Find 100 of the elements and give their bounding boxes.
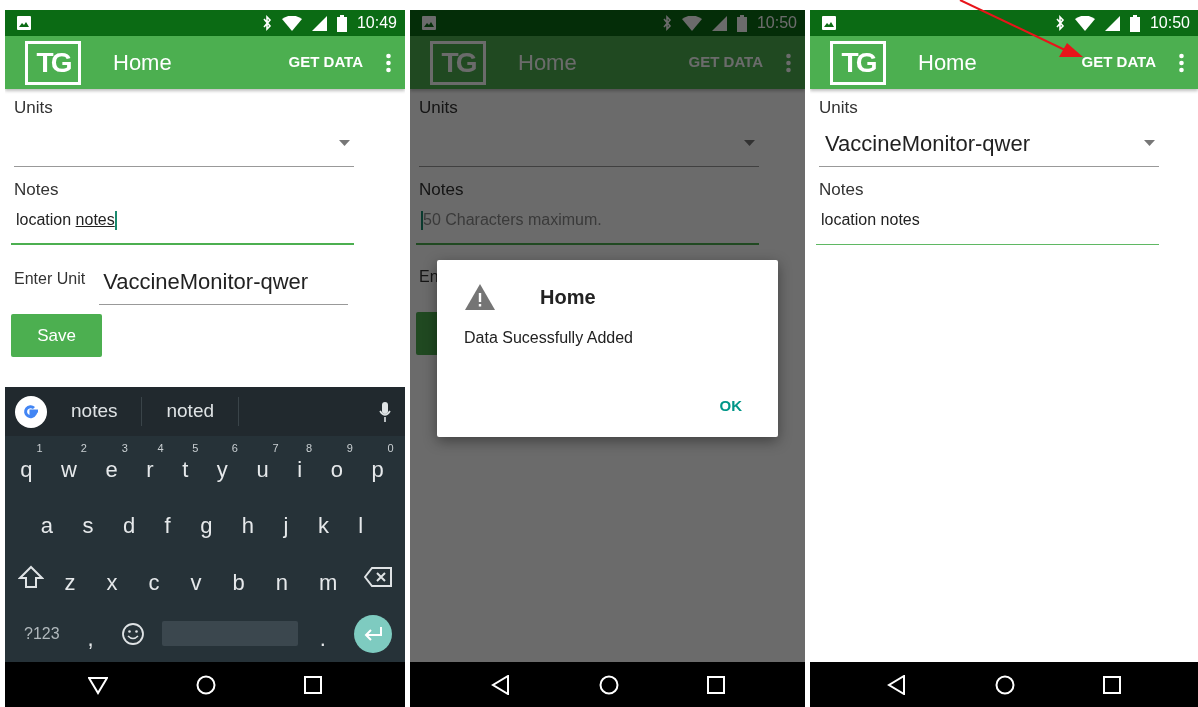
key-hint: 3 <box>121 442 128 454</box>
key[interactable]: s <box>78 499 104 543</box>
units-dropdown[interactable]: VaccineMonitor-qwer <box>819 120 1159 167</box>
image-icon <box>422 16 436 30</box>
wifi-icon <box>681 15 702 31</box>
battery-icon <box>736 14 747 32</box>
key[interactable]: m <box>315 555 348 599</box>
field-label: Units <box>419 97 459 119</box>
key-hint: 6 <box>231 442 238 454</box>
key[interactable]: d <box>118 499 146 543</box>
field-label: Notes <box>819 178 865 201</box>
key[interactable]: v <box>186 555 212 599</box>
key-hint: 5 <box>192 442 199 454</box>
image-icon <box>822 16 836 30</box>
key-hint: 0 <box>387 442 394 454</box>
status-time: 10:49 <box>356 13 397 33</box>
key[interactable]: j <box>279 499 299 543</box>
field-label: Notes <box>14 178 60 201</box>
key[interactable]: g <box>196 499 223 543</box>
key[interactable]: h <box>237 499 265 543</box>
home-icon[interactable] <box>598 674 619 695</box>
recents-icon[interactable] <box>1103 675 1121 694</box>
enter-key[interactable] <box>353 614 392 653</box>
key[interactable]: o 9 <box>326 442 353 486</box>
shift-key-icon[interactable] <box>17 565 44 590</box>
symbols-key[interactable]: ?123 <box>18 620 66 647</box>
bluetooth-icon <box>261 15 272 31</box>
wifi-icon <box>1074 15 1095 31</box>
unit-input[interactable]: VaccineMonitor-qwer <box>99 265 349 305</box>
warning-icon <box>464 283 496 311</box>
key[interactable]: x <box>102 555 128 599</box>
status-time: 10:50 <box>756 13 797 33</box>
dropdown-arrow-icon <box>339 140 350 146</box>
signal-icon <box>711 15 727 31</box>
hide-keyboard-icon[interactable] <box>88 674 108 695</box>
backspace-key-icon[interactable] <box>364 567 393 588</box>
key[interactable]: r 4 <box>142 442 164 486</box>
emoji-key-icon[interactable] <box>121 622 144 645</box>
dropdown-arrow-icon <box>744 140 755 146</box>
key[interactable]: f <box>160 499 181 543</box>
suggestion[interactable]: notes <box>47 397 143 426</box>
overflow-menu-icon[interactable] <box>1179 52 1184 73</box>
key[interactable]: b <box>228 555 255 599</box>
status-time: 10:50 <box>1149 13 1190 33</box>
key[interactable]: u 7 <box>252 442 279 486</box>
battery-icon <box>336 14 347 32</box>
notes-field[interactable]: location notes <box>11 202 354 245</box>
recents-icon[interactable] <box>304 675 322 694</box>
app-title: Home <box>918 49 978 77</box>
dropdown-arrow-icon <box>1144 140 1155 146</box>
battery-icon <box>1129 14 1140 32</box>
notes-value: location notes <box>821 211 920 228</box>
home-icon[interactable] <box>995 674 1015 695</box>
suggestion[interactable]: noted <box>142 397 240 426</box>
signal-icon <box>311 15 327 31</box>
key[interactable]: a <box>36 499 63 543</box>
logo: TG <box>830 40 886 85</box>
logo: TG <box>25 40 81 85</box>
key[interactable]: c <box>144 555 170 599</box>
dropdown-value: VaccineMonitor-qwer <box>825 129 1030 158</box>
bluetooth-icon <box>1054 15 1065 31</box>
field-label: Notes <box>419 178 465 201</box>
microphone-icon[interactable] <box>379 401 391 422</box>
field-label: Units <box>14 97 54 119</box>
key[interactable]: k <box>313 499 339 543</box>
text-cursor <box>421 211 423 231</box>
dialog-message: Data Sucessfully Added <box>464 328 634 348</box>
app-title: Home <box>113 49 173 77</box>
key-hint: 8 <box>305 442 313 454</box>
app-title: Home <box>518 49 578 77</box>
wifi-icon <box>281 15 302 31</box>
key[interactable]: w 2 <box>57 442 87 486</box>
image-icon <box>17 16 31 30</box>
ok-button[interactable]: OK <box>719 394 742 417</box>
key[interactable]: n <box>271 555 299 599</box>
key-hint: 4 <box>157 442 164 454</box>
back-icon[interactable] <box>490 674 511 695</box>
key[interactable]: , <box>83 612 104 656</box>
g-logo-icon <box>15 395 47 428</box>
home-icon[interactable] <box>196 674 216 695</box>
key[interactable]: t 5 <box>178 442 199 486</box>
back-icon[interactable] <box>887 674 907 695</box>
key[interactable]: q 1 <box>16 442 43 486</box>
field-label: Units <box>819 97 859 119</box>
key[interactable]: p 0 <box>367 442 394 486</box>
key[interactable]: e 3 <box>101 442 128 486</box>
key-hint: 7 <box>272 442 279 454</box>
enter-icon <box>362 626 383 641</box>
key-hint: 2 <box>80 442 87 454</box>
key[interactable]: i 8 <box>293 442 313 486</box>
dialog-title: Home <box>540 285 596 310</box>
key[interactable]: z <box>60 555 86 599</box>
notes-value: location notes <box>16 211 115 228</box>
key[interactable]: l <box>354 499 374 543</box>
recents-icon[interactable] <box>706 675 725 694</box>
key[interactable]: y 6 <box>212 442 238 486</box>
key[interactable]: . <box>315 612 336 656</box>
key-hint: 1 <box>36 442 43 454</box>
overflow-menu-icon[interactable] <box>386 52 391 73</box>
notes-field[interactable]: location notes <box>816 202 1159 245</box>
